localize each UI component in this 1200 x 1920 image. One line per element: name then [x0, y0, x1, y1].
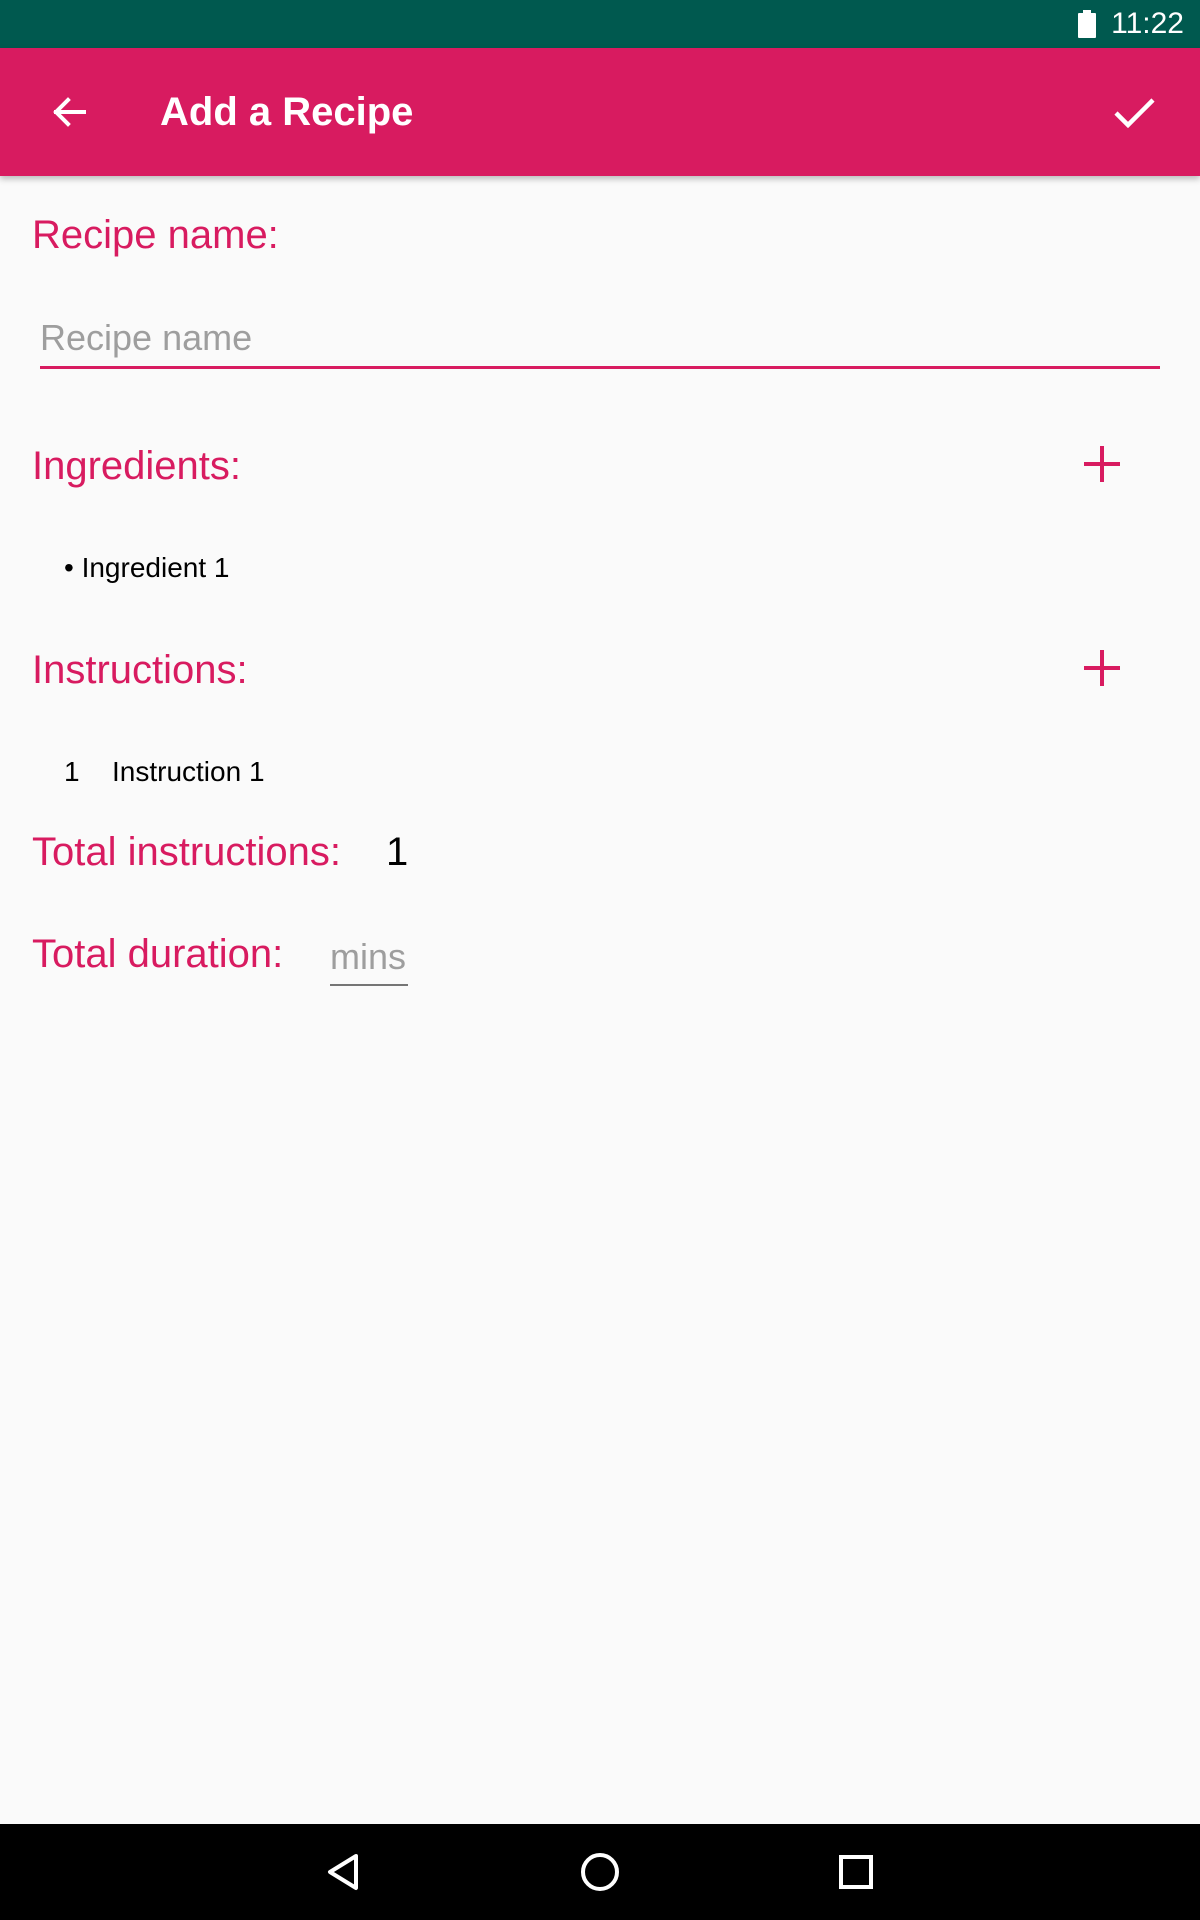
total-duration-label: Total duration: — [32, 932, 284, 976]
ingredient-list-item[interactable]: • Ingredient 1 — [64, 552, 229, 584]
arrow-back-icon[interactable] — [40, 82, 100, 142]
nav-back-icon[interactable] — [316, 1844, 372, 1900]
recipe-name-label: Recipe name: — [32, 213, 279, 257]
duration-minutes-input[interactable] — [330, 930, 408, 986]
recipe-name-input[interactable] — [40, 310, 1160, 369]
instructions-label: Instructions: — [32, 648, 248, 692]
total-instructions-value: 1 — [386, 830, 409, 874]
check-icon[interactable] — [1104, 82, 1164, 142]
instruction-number: 1 — [64, 756, 80, 787]
app-bar: Add a Recipe — [0, 48, 1200, 176]
nav-home-icon[interactable] — [572, 1844, 628, 1900]
add-ingredient-plus-icon[interactable] — [1076, 438, 1128, 490]
status-time: 11:22 — [1111, 7, 1184, 40]
nav-recents-icon[interactable] — [828, 1844, 884, 1900]
instruction-text: Instruction 1 — [112, 756, 265, 787]
add-instruction-plus-icon[interactable] — [1076, 642, 1128, 694]
system-nav-bar — [0, 1824, 1200, 1920]
ingredients-label: Ingredients: — [32, 444, 242, 488]
battery-full-icon — [1078, 10, 1096, 38]
status-bar: 11:22 — [0, 0, 1200, 48]
page-title: Add a Recipe — [160, 90, 414, 134]
total-instructions-label: Total instructions: — [32, 830, 342, 874]
